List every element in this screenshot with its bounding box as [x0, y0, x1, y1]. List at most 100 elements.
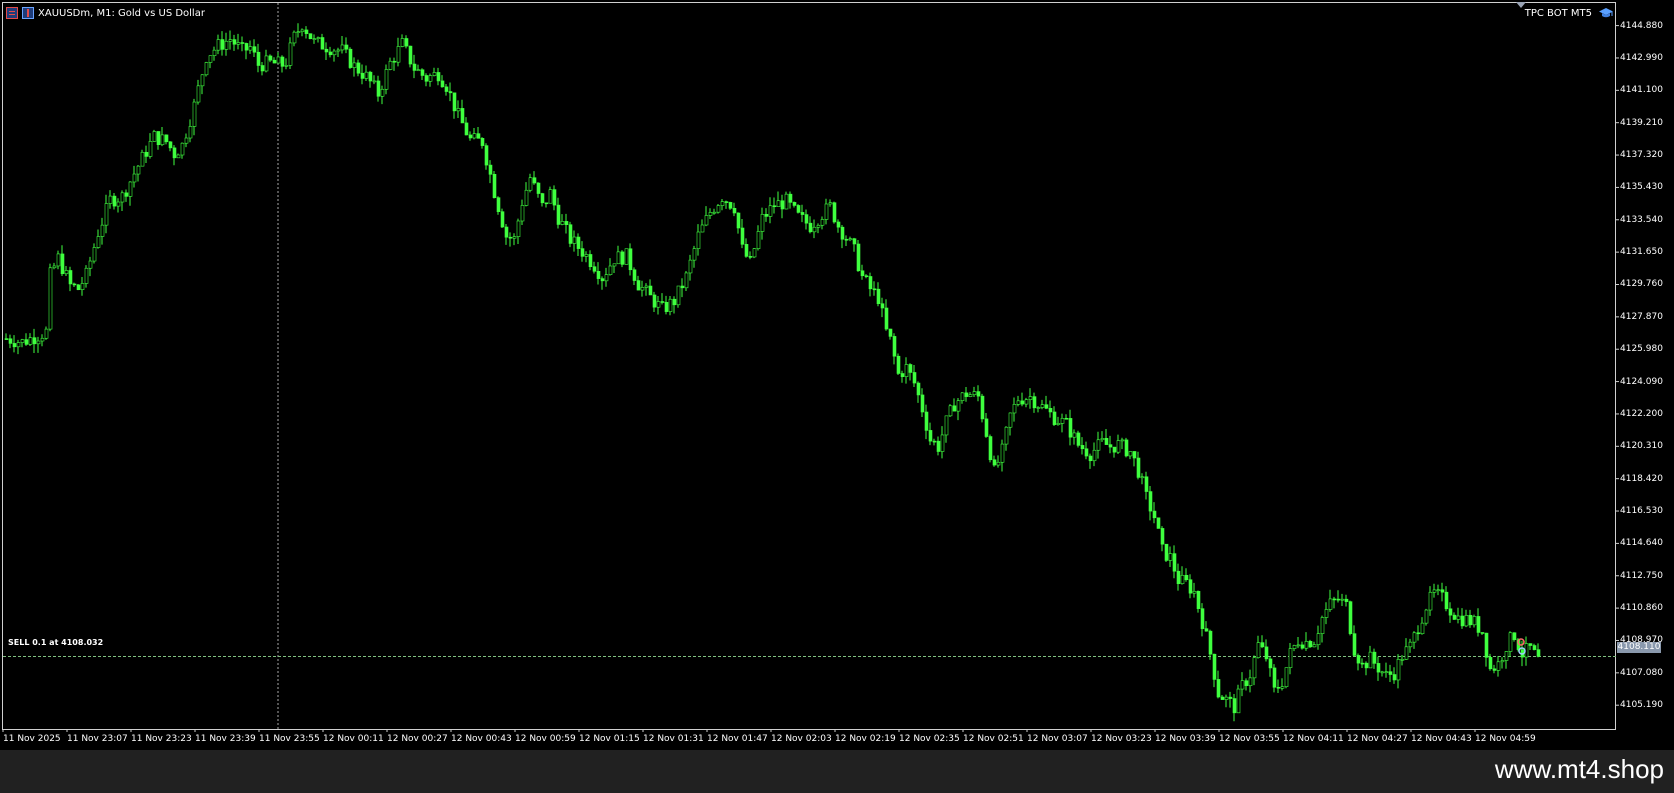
candle-body [504, 226, 509, 238]
candle-body [1264, 646, 1269, 660]
time-tick-label: 11 Nov 23:23 [131, 734, 192, 744]
chart-window[interactable]: 4144.880 4142.990 4141.100 4139.210 4137.320… [0, 0, 1674, 750]
candle-body [1228, 696, 1233, 699]
candle-body [736, 212, 741, 229]
candle-body [40, 337, 45, 342]
candle-body [172, 147, 177, 159]
candle-body [524, 189, 529, 206]
candle-body [1076, 432, 1081, 446]
candle-body [1288, 648, 1293, 668]
candle-body [24, 339, 29, 345]
candle-body [584, 254, 589, 257]
candle-body [444, 86, 449, 92]
candle-body [1508, 632, 1513, 652]
grid-icon[interactable] [6, 7, 18, 19]
candle-body [1020, 400, 1025, 405]
candle-body [296, 31, 301, 33]
candle-icon[interactable] [22, 7, 34, 19]
price-tick-label: 4105.190 [1620, 700, 1663, 711]
order-line-label[interactable]: SELL 0.1 at 4108.032 [8, 638, 103, 647]
candle-body [1296, 644, 1301, 647]
candle-body [272, 59, 277, 64]
candle-body [860, 270, 865, 277]
candle-body [1164, 543, 1169, 561]
candle-body [1304, 641, 1309, 649]
candle-body [288, 42, 293, 66]
candle-body [416, 69, 421, 72]
candle-body [884, 307, 889, 330]
candle-body [1012, 404, 1017, 414]
candle-body [280, 56, 285, 67]
candle-body [356, 62, 361, 74]
candle-body [1132, 451, 1137, 459]
candle-body [704, 215, 709, 226]
candle-body [660, 301, 665, 303]
candle-body [788, 193, 793, 203]
candle-body [56, 253, 61, 267]
candle-body [628, 248, 633, 271]
candle-body [648, 285, 653, 296]
time-tick-label: 12 Nov 02:03 [771, 734, 832, 744]
candle-body [988, 436, 993, 461]
candle-body [756, 231, 761, 249]
candle-body [1260, 642, 1265, 648]
candle-body [188, 126, 193, 139]
candle-body [316, 37, 321, 39]
candle-body [496, 197, 501, 212]
candle-body [596, 270, 601, 279]
candle-body [1024, 399, 1029, 405]
candle-body [1048, 408, 1053, 413]
candle-body [12, 343, 17, 348]
candle-body [312, 38, 317, 40]
candle-body [664, 301, 669, 312]
candle-body [1460, 615, 1465, 627]
candle-body [560, 221, 565, 225]
candle-body [48, 267, 53, 330]
candle-body [848, 238, 853, 241]
candle-body [396, 46, 401, 63]
candle-body [388, 60, 393, 70]
candle-body [240, 42, 245, 44]
candle-body [972, 391, 977, 396]
candle-body [232, 39, 237, 45]
candle-body [1212, 653, 1217, 680]
time-tick-label: 12 Nov 04:43 [1411, 734, 1472, 744]
candle-body [20, 339, 25, 343]
candle-body [28, 337, 33, 345]
candle-body [984, 418, 989, 437]
price-tick-label: 4118.420 [1620, 473, 1663, 484]
candle-body [108, 195, 113, 204]
price-chart-svg[interactable] [0, 0, 1674, 750]
candle-body [644, 285, 649, 288]
candle-body [336, 49, 341, 52]
price-tick-label: 4107.080 [1620, 667, 1663, 678]
candle-body [680, 285, 685, 289]
candle-body [996, 461, 1001, 466]
time-tick-label: 12 Nov 03:07 [1027, 734, 1088, 744]
candle-body [732, 208, 737, 214]
candle-body [364, 71, 369, 79]
candle-body [140, 151, 145, 167]
candle-body [492, 173, 497, 198]
candle-body [744, 244, 749, 257]
price-tick-label: 4142.990 [1620, 52, 1663, 63]
candle-body [256, 51, 261, 66]
candle-body [824, 203, 829, 220]
candle-body [472, 133, 477, 139]
candle-body [1456, 615, 1461, 620]
candle-body [1116, 440, 1121, 453]
candle-body [136, 165, 141, 175]
time-tick-label: 12 Nov 04:11 [1283, 734, 1344, 744]
price-tick-label: 4144.880 [1620, 20, 1663, 31]
expert-advisor-label[interactable]: TPC BOT MT5 [1525, 7, 1614, 19]
candle-body [1128, 451, 1133, 457]
candle-body [980, 395, 985, 420]
time-tick-label: 12 Nov 04:27 [1347, 734, 1408, 744]
candle-body [1016, 400, 1021, 405]
candle-body [308, 33, 313, 40]
candle-body [924, 411, 929, 431]
candle-body [200, 74, 205, 87]
candle-body [888, 328, 893, 337]
candle-body [1256, 642, 1261, 658]
candle-body [464, 122, 469, 136]
